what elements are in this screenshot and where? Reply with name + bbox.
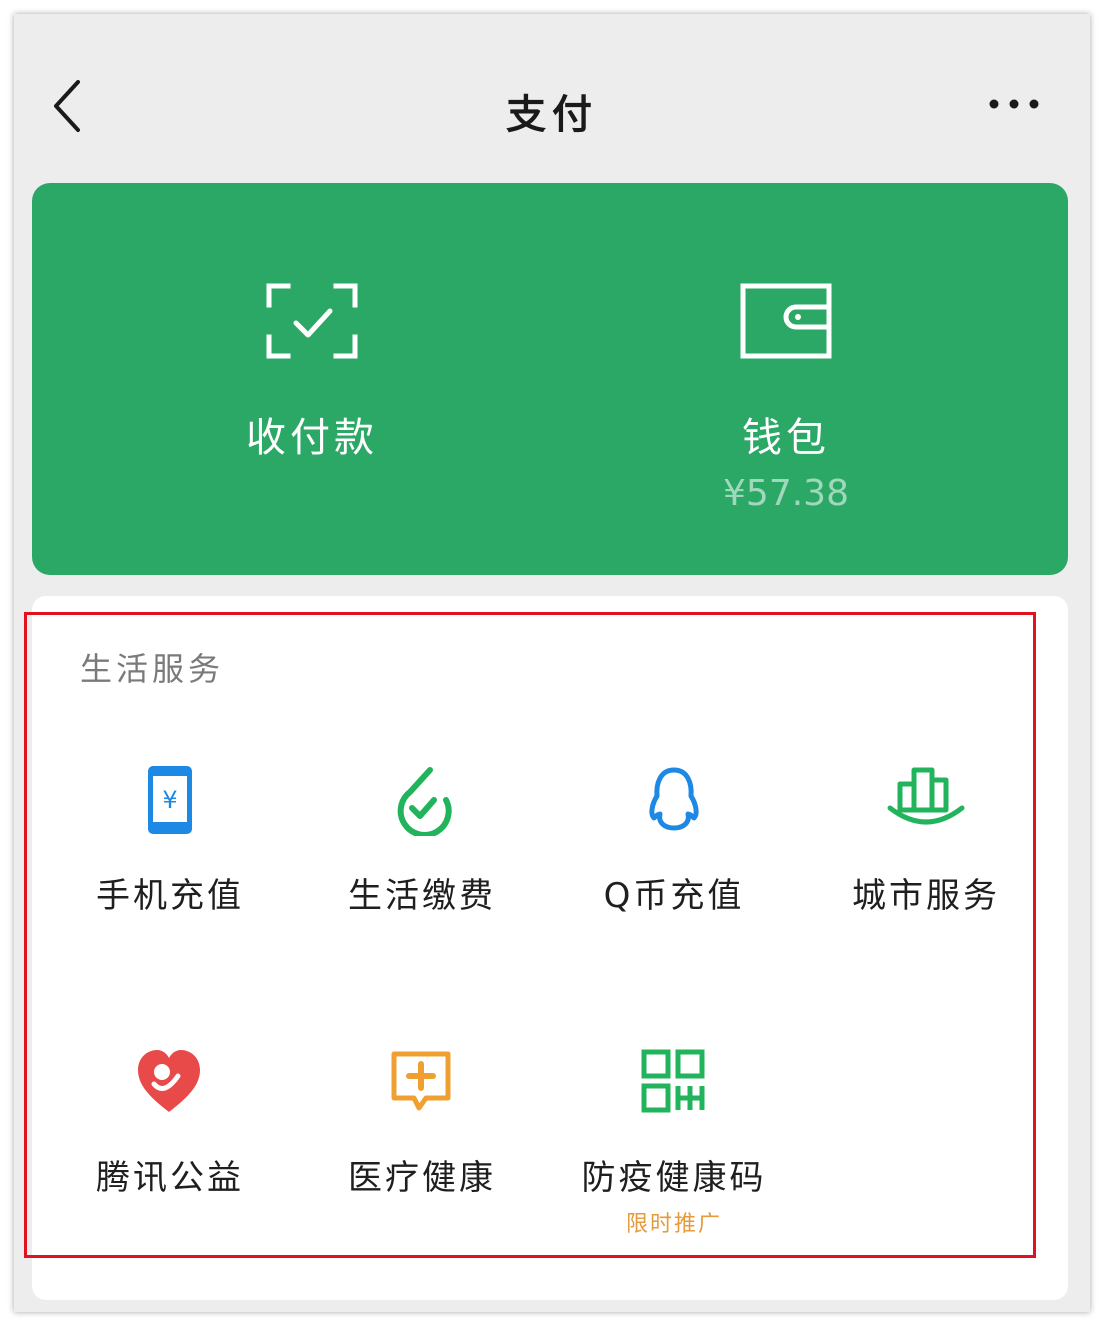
phone-screen: 支付 收付款 钱包 ¥57.38 生活服务 ¥ 手机充值 生活缴费 Q币充值 城… [14,14,1090,1312]
service-label: 医疗健康 [348,1158,496,1198]
service-q-coin[interactable]: Q币充值 [548,764,800,964]
wallet-label: 钱包 [742,415,830,461]
qq-penguin-icon [649,767,699,831]
service-phone-recharge[interactable]: ¥ 手机充值 [44,764,296,964]
promo-tag: 限时推广 [625,1212,722,1237]
service-label: 城市服务 [852,876,1000,916]
wallet-button[interactable]: 钱包 ¥57.38 [586,183,986,575]
pay-card: 收付款 钱包 ¥57.38 [32,183,1068,575]
receive-pay-label: 收付款 [246,415,378,461]
svg-text:¥: ¥ [162,786,177,814]
medical-chat-icon [391,1051,451,1111]
service-label: 手机充值 [96,876,244,916]
service-label: Q币充值 [603,876,745,916]
service-city[interactable]: 城市服务 [800,764,1052,964]
bill-payment-icon [397,767,452,836]
phone-recharge-icon: ¥ [148,766,192,834]
city-services-icon [887,767,965,825]
receive-pay-button[interactable]: 收付款 [112,183,512,575]
more-dots-icon [989,99,1039,109]
service-charity[interactable]: 腾讯公益 [44,1046,296,1246]
page-title: 支付 [506,92,598,138]
service-label: 腾讯公益 [96,1158,244,1198]
more-button[interactable] [984,84,1044,124]
service-health-code[interactable]: 防疫健康码 限时推广 [548,1046,800,1246]
health-qr-icon [641,1049,705,1113]
scan-check-icon [266,283,358,359]
service-label: 防疫健康码 [581,1158,767,1198]
wallet-icon [740,283,832,359]
service-medical[interactable]: 医疗健康 [296,1046,548,1246]
section-title: 生活服务 [80,650,225,688]
charity-heart-icon [138,1050,200,1112]
wallet-balance: ¥57.38 [723,473,849,514]
service-label: 生活缴费 [348,876,496,916]
service-bill-payment[interactable]: 生活缴费 [296,764,548,964]
